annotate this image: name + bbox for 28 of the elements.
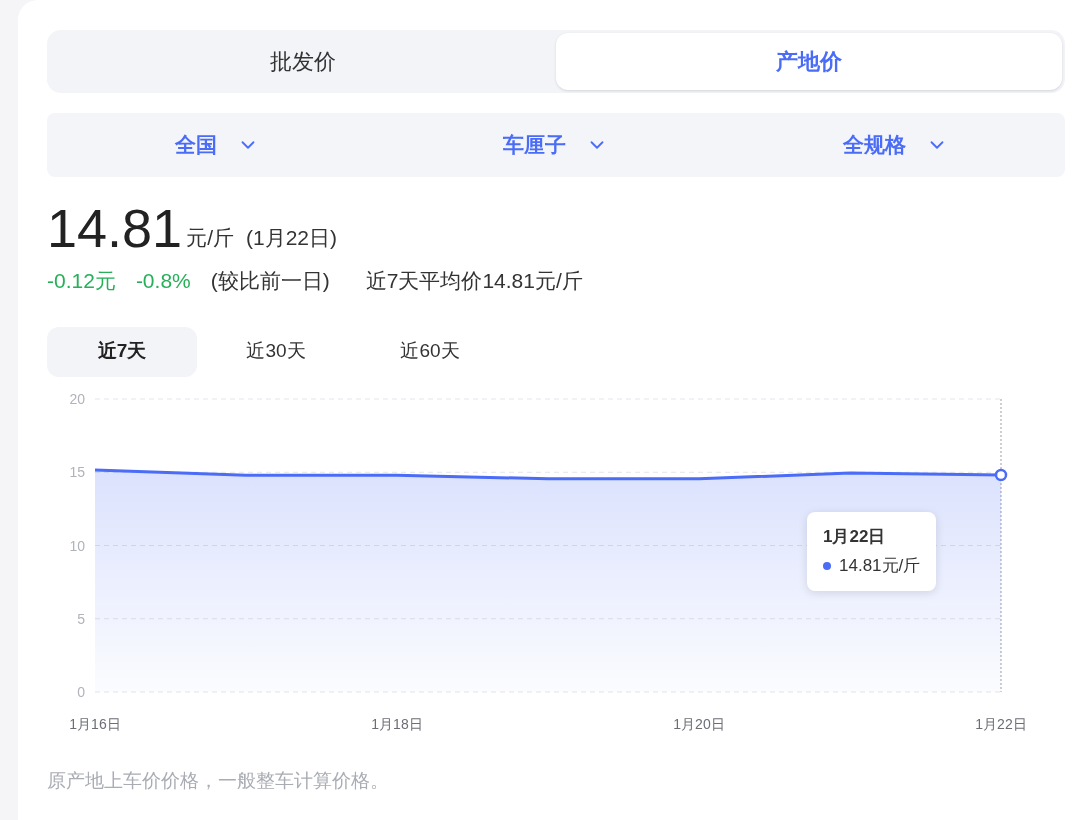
filter-dropdown[interactable]: 全国	[47, 113, 387, 177]
range-tab[interactable]: 近30天	[201, 326, 351, 377]
y-axis-label: 10	[69, 537, 85, 553]
x-axis-label: 1月20日	[673, 715, 725, 732]
footnote: 原产地上车价价格，一般整车计算价格。	[47, 768, 390, 793]
y-axis-label: 5	[77, 610, 85, 627]
x-axis-label: 1月18日	[371, 715, 423, 732]
average-price: 近7天平均价14.81元/斤	[365, 268, 583, 294]
y-axis-label: 0	[77, 683, 85, 700]
x-axis-label: 1月22日	[975, 715, 1027, 732]
data-point	[994, 468, 1008, 481]
y-axis-label: 15	[69, 463, 85, 480]
filter-dropdown[interactable]: 全规格	[725, 113, 1065, 177]
range-tab[interactable]: 近60天	[355, 326, 505, 377]
tooltip-title: 1月22日	[823, 525, 887, 548]
y-axis-label: 20	[69, 390, 85, 407]
comparison-note: (较比前一日)	[210, 268, 330, 294]
price-change: -0.12元	[47, 268, 116, 294]
price-change-percent: -0.8%	[135, 268, 191, 294]
x-axis-label: 1月16日	[69, 715, 121, 732]
price-unit: 元/斤	[186, 224, 234, 251]
price-type-tab[interactable]: 批发价	[50, 33, 556, 90]
price-date: (1月22日)	[246, 224, 337, 251]
range-tab[interactable]: 近7天	[47, 326, 197, 377]
tooltip-value: 14.81元/斤	[839, 555, 921, 577]
price-value: 14.81	[47, 199, 183, 257]
price-type-tab[interactable]: 产地价	[556, 33, 1062, 90]
filter-dropdown[interactable]: 车厘子	[386, 113, 726, 177]
